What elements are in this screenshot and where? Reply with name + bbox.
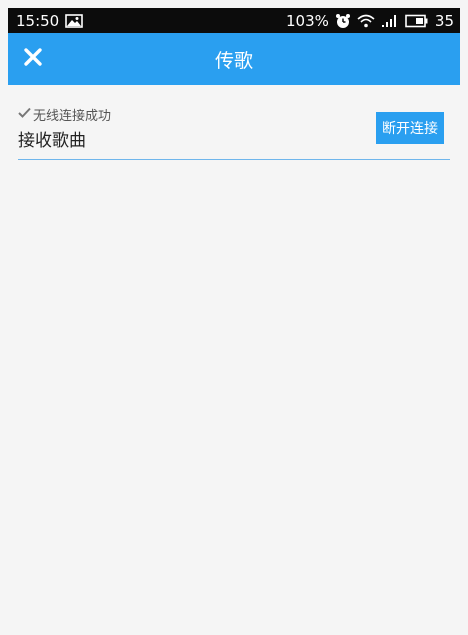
main-content: 无线连接成功 接收歌曲 断开连接 [8,85,460,160]
status-time: 15:50 [16,11,60,30]
checkmark-icon [18,107,31,122]
image-icon [65,13,84,28]
app-bar: 传歌 [8,33,460,85]
page-title: 传歌 [214,49,253,72]
receive-songs-label: 接收歌曲 [18,131,86,151]
close-icon [23,47,43,71]
connection-row: 无线连接成功 接收歌曲 断开连接 [18,105,450,160]
connection-status-text: 无线连接成功 [33,109,112,124]
connection-info: 无线连接成功 接收歌曲 [18,105,111,151]
app-screen: 15:50 103% 35 传歌 无线连接成功 接收歌曲 断开连接 [8,8,460,635]
battery-icon [405,14,429,28]
status-bar: 15:50 103% 35 [8,8,460,33]
connection-status: 无线连接成功 [18,105,111,124]
wifi-icon [357,14,375,28]
close-button[interactable] [12,33,54,85]
battery-level: 35 [434,11,454,30]
battery-percent: 103% [286,11,329,30]
alarm-icon [335,13,351,29]
disconnect-button[interactable]: 断开连接 [376,112,444,144]
signal-icon [381,14,399,28]
